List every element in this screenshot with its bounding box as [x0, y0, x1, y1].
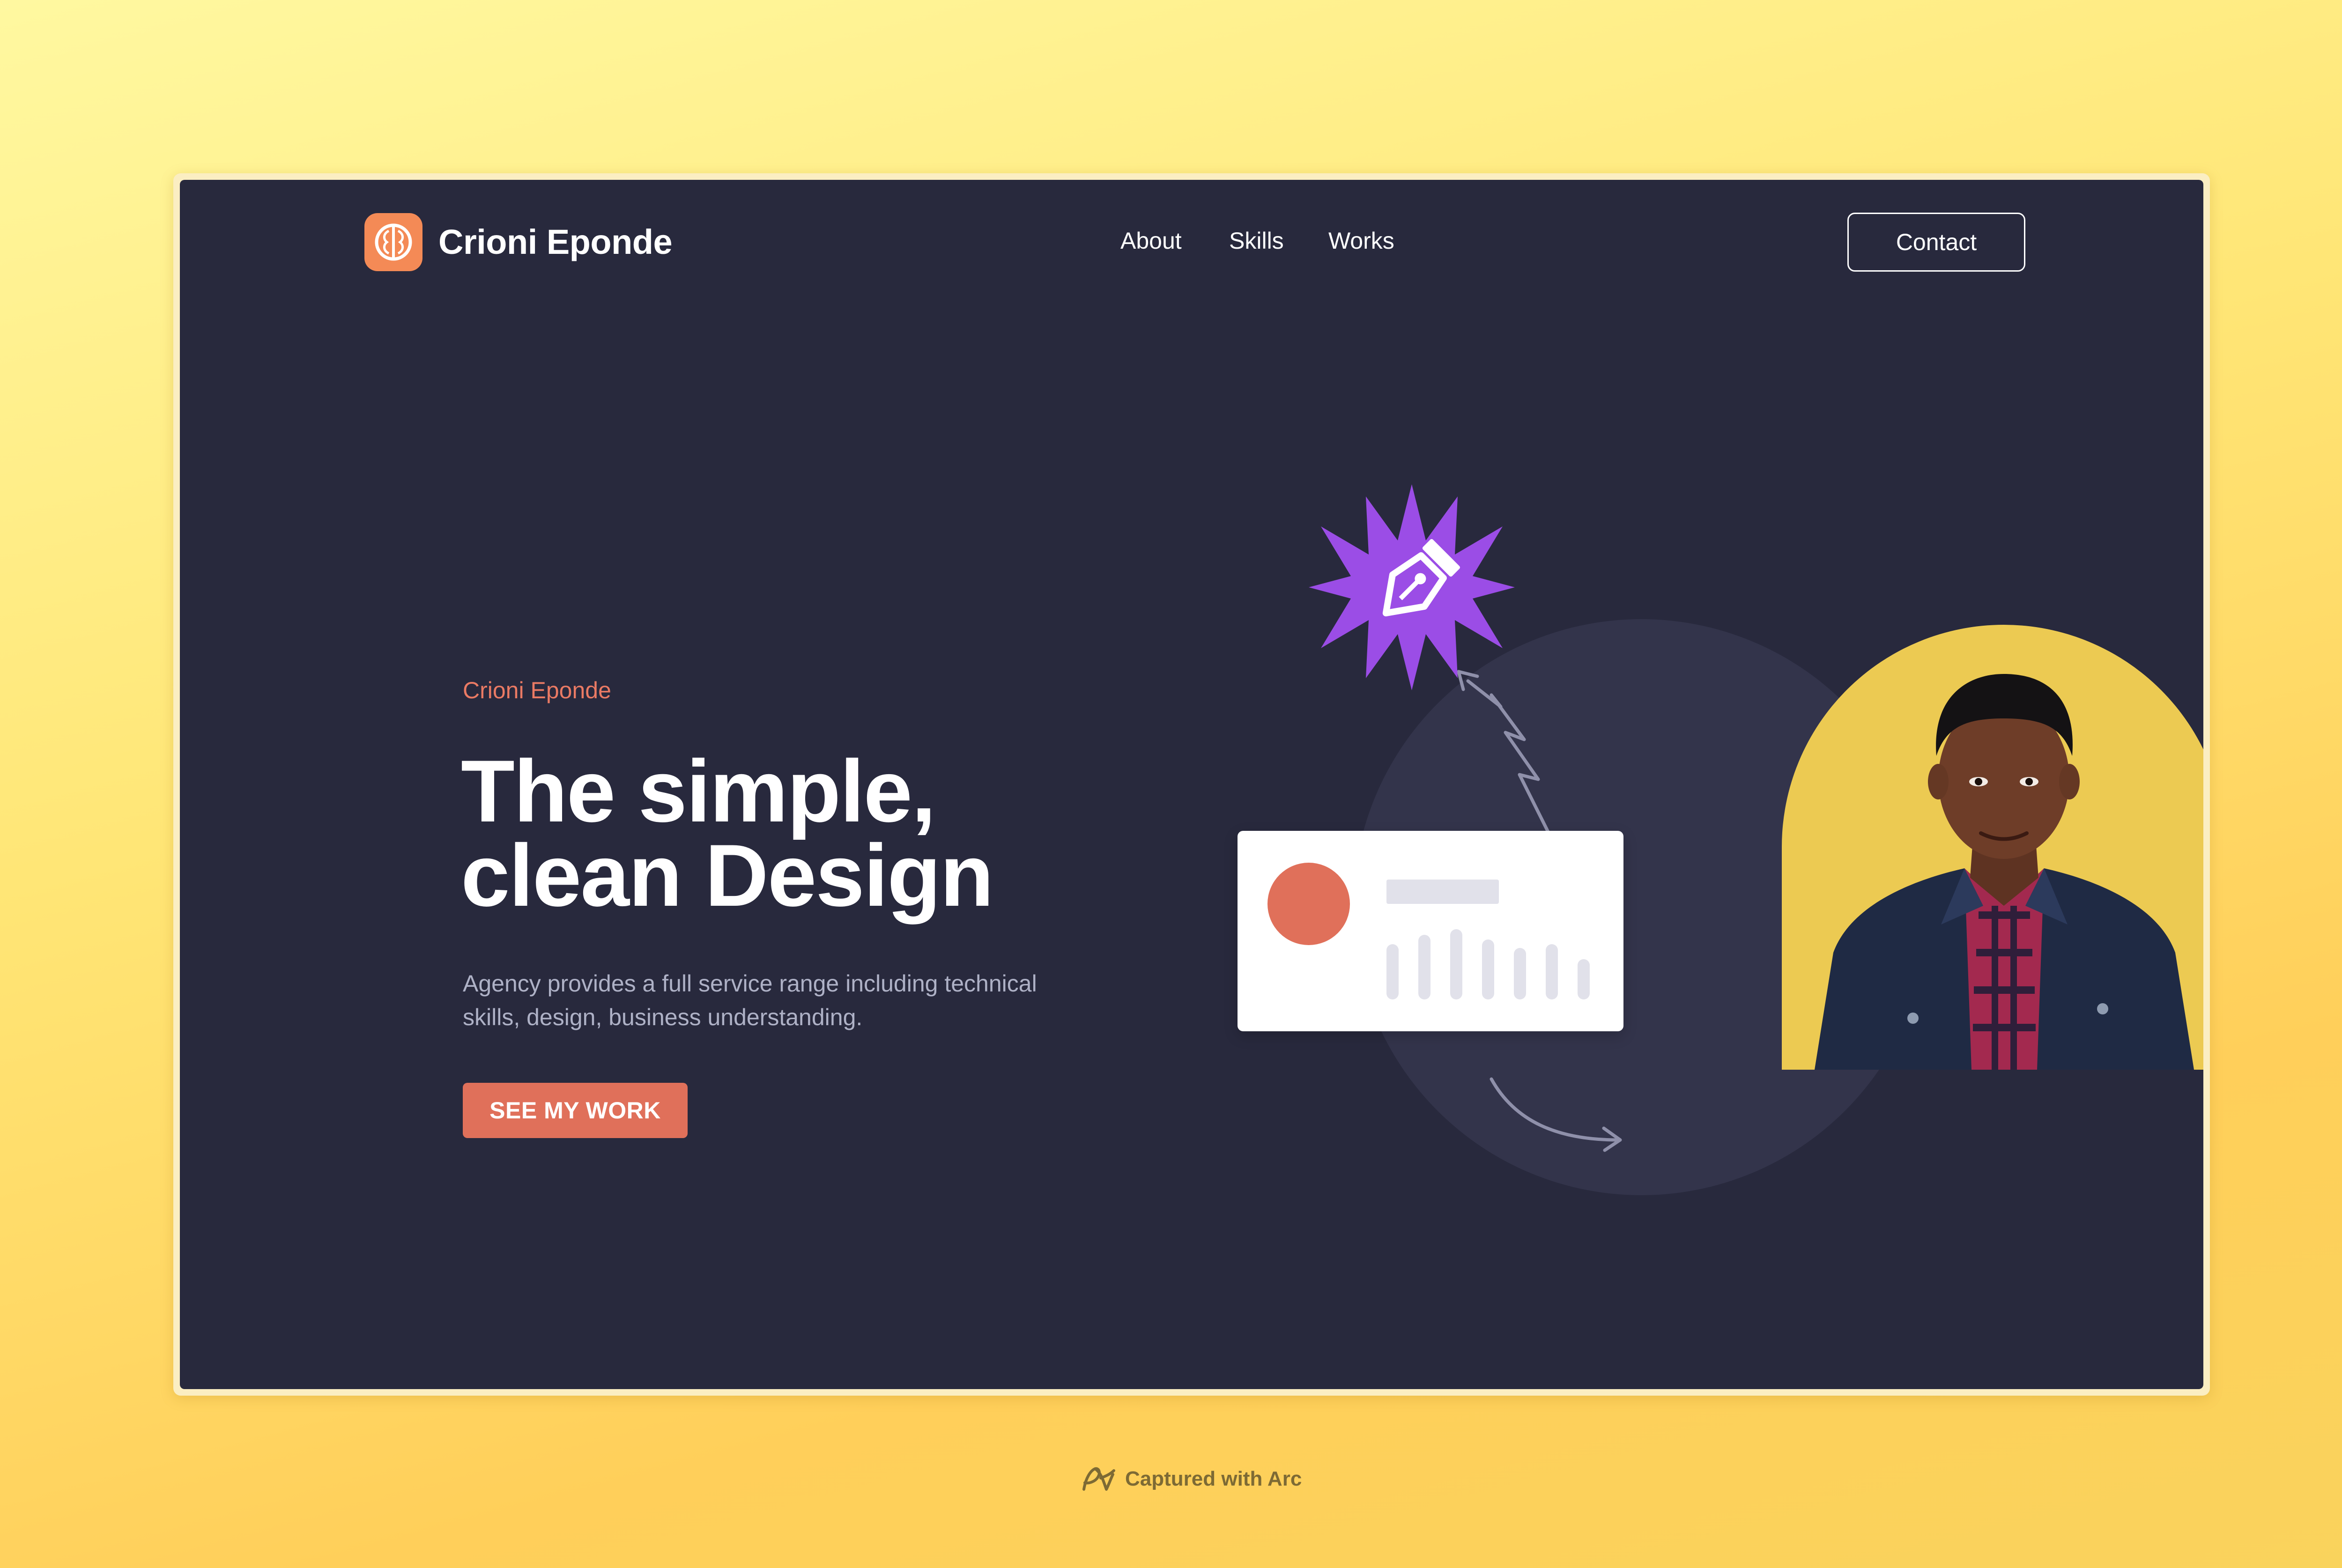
portrait-photo: [1782, 625, 2203, 1070]
card-bar: [1546, 944, 1558, 999]
headline-line-2: clean Design: [461, 826, 994, 925]
browser-frame: Crioni Eponde About Skills Works Contact…: [173, 173, 2210, 1396]
nav-about[interactable]: About: [1120, 227, 1182, 255]
card-avatar-dot: [1267, 863, 1350, 945]
card-bar: [1482, 939, 1494, 999]
contact-button[interactable]: Contact: [1847, 213, 2025, 272]
pen-tool-icon: [1309, 484, 1515, 690]
brain-icon[interactable]: [364, 213, 422, 271]
captured-with-arc: Captured with Arc: [1080, 1462, 1302, 1496]
curved-arrow-icon: [1490, 1077, 1622, 1152]
hero-headline: The simple, clean Design: [461, 742, 994, 925]
hero-eyebrow: Crioni Eponde: [463, 677, 611, 703]
website-viewport: Crioni Eponde About Skills Works Contact…: [180, 180, 2203, 1389]
nav-works[interactable]: Works: [1328, 227, 1394, 255]
brand-name[interactable]: Crioni Eponde: [438, 221, 673, 263]
capture-label: Captured with Arc: [1125, 1467, 1302, 1490]
see-my-work-button[interactable]: SEE MY WORK: [463, 1083, 688, 1138]
card-bar: [1450, 929, 1462, 999]
card-bar: [1514, 948, 1526, 999]
card-bar: [1578, 959, 1590, 999]
arc-logo-icon: [1082, 1467, 1115, 1491]
hero-description: Agency provides a full service range inc…: [463, 970, 1037, 1030]
card-title-placeholder: [1386, 880, 1499, 904]
headline-line-1: The simple,: [461, 742, 936, 840]
nav-skills[interactable]: Skills: [1229, 227, 1284, 255]
analytics-card: [1238, 831, 1623, 1031]
card-bar: [1386, 944, 1399, 999]
card-bar: [1418, 935, 1430, 999]
